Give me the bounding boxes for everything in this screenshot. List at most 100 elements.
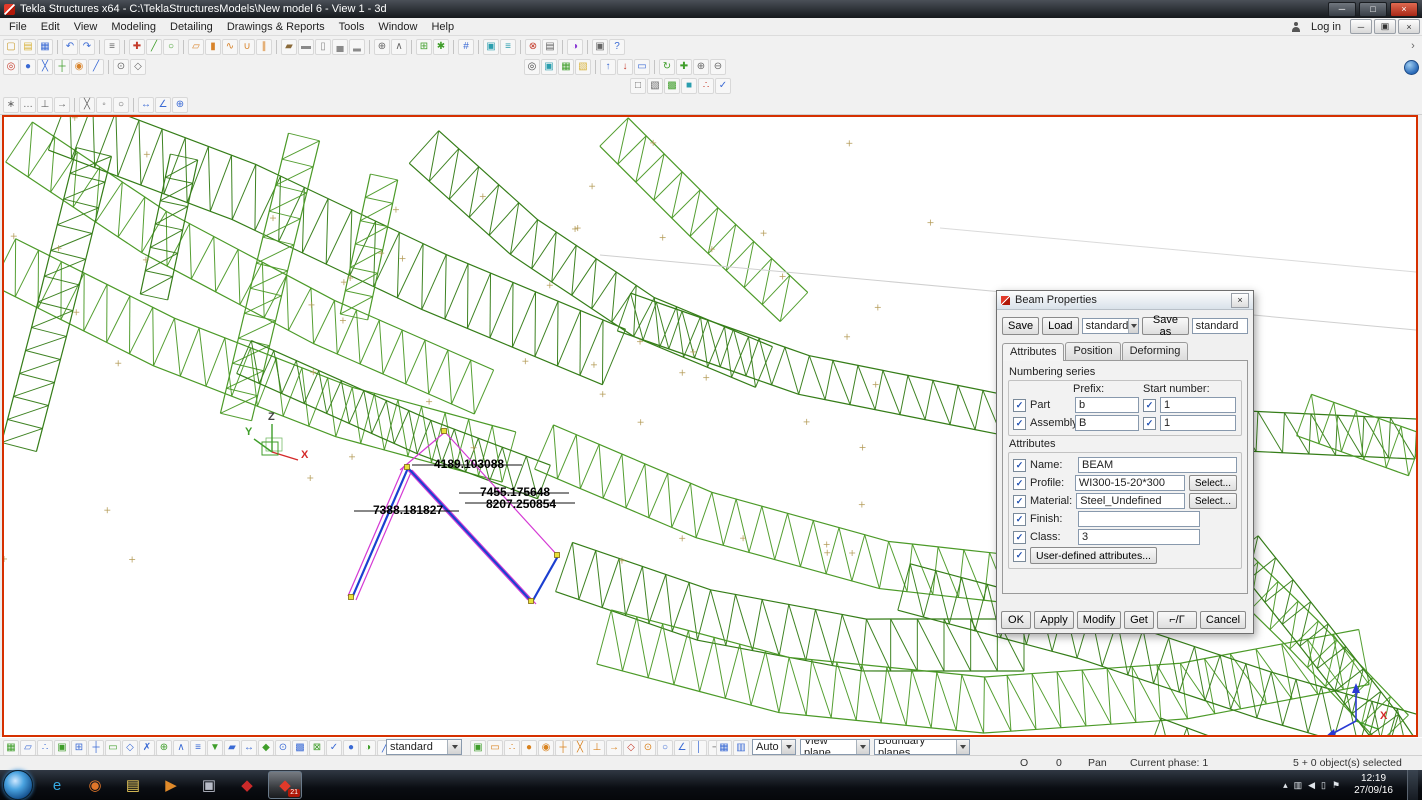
menu-view[interactable]: View [67, 19, 105, 35]
material-input[interactable]: Steel_Undefined [1076, 493, 1185, 509]
create-view-icon[interactable]: ▣ [483, 39, 499, 55]
view-list-icon[interactable]: ≡ [500, 39, 516, 55]
shaded-view-icon[interactable]: ▩ [664, 78, 680, 94]
snap-free-switch-icon[interactable]: ○ [657, 740, 673, 756]
select-distances-switch-icon[interactable]: ↔ [241, 740, 257, 756]
select-phases-switch-icon[interactable]: ◑ [360, 740, 376, 756]
display-settings-icon[interactable]: ✓ [715, 78, 731, 94]
measure-bolt-icon[interactable]: ⊕ [172, 97, 188, 113]
measure-angle-icon[interactable]: ∠ [155, 97, 171, 113]
select-objects-in-components-switch-icon[interactable]: ⊙ [275, 740, 291, 756]
create-bolt-icon[interactable]: ⊕ [374, 39, 390, 55]
create-concrete-slab-icon[interactable]: ▬ [298, 39, 314, 55]
internet-explorer-icon[interactable]: e [40, 771, 74, 799]
menu-edit[interactable]: Edit [34, 19, 67, 35]
snap-depth-lock-icon[interactable]: │ [691, 740, 707, 756]
select-reinforcement-switch-icon[interactable]: ≡ [190, 740, 206, 756]
tray-power-icon[interactable]: ▯ [1321, 780, 1326, 791]
profile-input[interactable]: WI300-15-20*300 [1075, 475, 1185, 491]
profile-checkbox[interactable]: ✓ [1013, 477, 1026, 490]
firefox-icon[interactable]: ◉ [78, 771, 112, 799]
select-planes-switch-icon[interactable]: ▰ [224, 740, 240, 756]
maximize-button[interactable]: □ [1359, 2, 1387, 17]
uda-checkbox[interactable]: ✓ [1013, 549, 1026, 562]
save-as-button[interactable]: Save as [1142, 317, 1188, 335]
points-on-line-icon[interactable]: … [20, 97, 36, 113]
cancel-button[interactable]: Cancel [1200, 611, 1246, 629]
rendered-view-icon[interactable]: ■ [681, 78, 697, 94]
show-points-icon[interactable]: ∴ [698, 78, 714, 94]
select-objects-in-assemblies-switch-icon[interactable]: ⊠ [309, 740, 325, 756]
binoculars-icon[interactable]: ◎ [524, 59, 540, 75]
snap-center-points-switch-icon[interactable]: ◉ [538, 740, 554, 756]
tab-position[interactable]: Position [1065, 342, 1120, 360]
show-desktop-button[interactable] [1407, 770, 1418, 800]
snap-centers-icon[interactable]: ◉ [71, 59, 87, 75]
create-twin-profile-icon[interactable]: ∥ [256, 39, 272, 55]
assembly-prefix-input[interactable]: B [1075, 415, 1139, 431]
snap-depth-combo[interactable]: Auto [752, 739, 796, 755]
component-catalog-icon[interactable]: ⊞ [416, 39, 432, 55]
modify-filter-toggle-button[interactable]: ⌐/Γ [1157, 611, 1197, 629]
view-up-icon[interactable]: ↑ [600, 59, 616, 75]
boundary-planes-combo[interactable]: Boundary planes [874, 739, 970, 755]
get-button[interactable]: Get [1124, 611, 1154, 629]
snap-points-switch-icon[interactable]: ∴ [504, 740, 520, 756]
log-in-button[interactable]: Log in [1304, 19, 1348, 35]
snap-nearest-switch-icon[interactable]: ◇ [623, 740, 639, 756]
start-button[interactable] [3, 770, 33, 800]
auto-connection-icon[interactable]: # [458, 39, 474, 55]
hidden-lines-view-icon[interactable]: ▧ [647, 78, 663, 94]
pan-view-icon[interactable]: ✚ [676, 59, 692, 75]
point-intersection-icon[interactable]: ╳ [79, 97, 95, 113]
snap-edges-icon[interactable]: ╱ [88, 59, 104, 75]
menu-drawings-reports[interactable]: Drawings & Reports [220, 19, 332, 35]
clash-check-icon[interactable]: ⊗ [525, 39, 541, 55]
mdi-close-button[interactable]: × [1398, 19, 1420, 34]
assembly-start-input[interactable]: 1 [1160, 415, 1236, 431]
snap-ortho-switch-icon[interactable]: ∠ [674, 740, 690, 756]
class-checkbox[interactable]: ✓ [1013, 531, 1026, 544]
work-plane-combo[interactable]: View plane [800, 739, 870, 755]
mdi-minimize-button[interactable]: ─ [1350, 19, 1372, 34]
construction-line-icon[interactable]: ╱ [146, 39, 162, 55]
part-start-input[interactable]: 1 [1160, 397, 1236, 413]
part-checkbox[interactable]: ✓ [1013, 399, 1026, 412]
work-plane-icon[interactable]: ▦ [558, 59, 574, 75]
select-fittings-switch-icon[interactable]: ◇ [122, 740, 138, 756]
snap-any-switch-icon[interactable]: ⊙ [640, 740, 656, 756]
select-views-switch-icon[interactable]: ▭ [105, 740, 121, 756]
point-tangent-icon[interactable]: ○ [113, 97, 129, 113]
create-curved-beam-icon[interactable]: ∪ [239, 39, 255, 55]
bimsight-icon[interactable]: ◆ [230, 771, 264, 799]
selection-filter-icon[interactable]: ▣ [470, 740, 486, 756]
save-model-icon[interactable]: ▦ [37, 39, 53, 55]
create-concrete-panel-icon[interactable]: ▯ [315, 39, 331, 55]
select-loads-switch-icon[interactable]: ▼ [207, 740, 223, 756]
print-icon[interactable]: ≡ [104, 39, 120, 55]
part-start-checkbox[interactable]: ✓ [1143, 399, 1156, 412]
save-button[interactable]: Save [1002, 317, 1039, 335]
construction-circle-icon[interactable]: ○ [163, 39, 179, 55]
class-input[interactable]: 3 [1078, 529, 1200, 545]
select-welds-switch-icon[interactable]: ∧ [173, 740, 189, 756]
points-projection-icon[interactable]: ⊥ [37, 97, 53, 113]
phase-manager-icon[interactable]: ◑ [567, 39, 583, 55]
select-tasks-switch-icon[interactable]: ✓ [326, 740, 342, 756]
select-all-switch-icon[interactable]: ▦ [3, 740, 19, 756]
create-weld-icon[interactable]: ∧ [391, 39, 407, 55]
tab-attributes[interactable]: Attributes [1002, 343, 1064, 361]
menu-window[interactable]: Window [371, 19, 424, 35]
dialog-close-icon[interactable]: × [1231, 293, 1249, 308]
load-button[interactable]: Load [1042, 317, 1078, 335]
shadow-icon[interactable]: ▧ [575, 59, 591, 75]
ok-button[interactable]: OK [1001, 611, 1031, 629]
part-prefix-input[interactable]: b [1075, 397, 1139, 413]
profile-select-button[interactable]: Select... [1189, 475, 1237, 491]
point-center-icon[interactable]: ◦ [96, 97, 112, 113]
tray-network-icon[interactable]: ▥ [1294, 780, 1303, 791]
select-assemblies-switch-icon[interactable]: ▩ [292, 740, 308, 756]
undo-icon[interactable]: ↶ [62, 39, 78, 55]
select-bolts-switch-icon[interactable]: ⊕ [156, 740, 172, 756]
save-as-input[interactable]: standard [1192, 318, 1248, 334]
